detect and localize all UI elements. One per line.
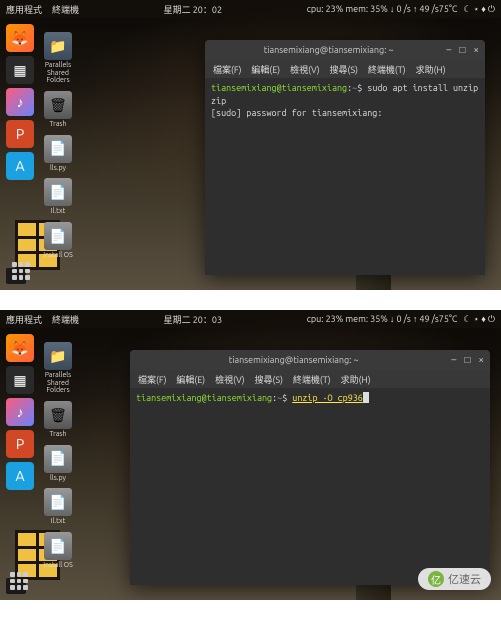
menu-view[interactable]: 檢視(V) (215, 373, 244, 386)
terminal-output[interactable]: tiansemixiang@tiansemixiang:~$ sudo apt … (205, 78, 485, 124)
clock[interactable]: 星期二 20：02 (79, 3, 307, 16)
applications-menu[interactable]: 應用程式 (6, 3, 42, 16)
menu-terminal[interactable]: 終端機(T) (293, 373, 331, 386)
sudo-prompt: [sudo] password for tiansemixiang: (211, 107, 479, 120)
maximize-button[interactable]: □ (464, 354, 470, 366)
terminal-menubar: 檔案(F) 編輯(E) 檢視(V) 搜尋(S) 終端機(T) 求助(H) (205, 60, 485, 78)
watermark: 亿 亿速云 (418, 568, 491, 590)
desktop-file-install[interactable]: 📄Install OS (40, 222, 76, 260)
desktop-file-iltxt[interactable]: 📄Il.txt (40, 178, 76, 216)
desktop-trash[interactable]: 🗑Trash (40, 401, 76, 439)
launcher-dock: 🦊 ▦ ♪ P A (6, 24, 36, 180)
prompt-user: tiansemixiang@tiansemixiang (136, 393, 272, 403)
status-icons[interactable]: ☾ ⋆ ♦ ⏻ (463, 4, 495, 15)
menu-search[interactable]: 搜尋(S) (330, 63, 358, 76)
launcher-dock: 🦊 ▦ ♪ P A (6, 334, 36, 490)
terminal-window: tiansemixiang@tiansemixiang: ~ – □ × 檔案(… (205, 40, 485, 275)
menu-help[interactable]: 求助(H) (341, 373, 371, 386)
desktop-file-llspy[interactable]: 📄lls.py (40, 445, 76, 483)
powerpoint-icon[interactable]: P (6, 120, 34, 148)
maximize-button[interactable]: □ (459, 44, 465, 56)
minimize-button[interactable]: – (451, 354, 456, 366)
prompt-user: tiansemixiang@tiansemixiang (211, 83, 347, 93)
itunes-icon[interactable]: ♪ (6, 88, 34, 116)
parallels-icon[interactable]: ▦ (6, 366, 34, 394)
desktop-file-install[interactable]: 📄Install OS (40, 532, 76, 570)
powerpoint-icon[interactable]: P (6, 430, 34, 458)
system-stats: cpu: 23% mem: 35% ↓ 0 /s ↑ 49 /s75°C (307, 314, 458, 324)
cursor (363, 392, 369, 403)
desktop-icons: 📁Parallels Shared Folders 🗑Trash 📄lls.py… (40, 342, 80, 570)
top-panel: 應用程式 終端機 星期二 20：02 cpu: 23% mem: 35% ↓ 0… (0, 0, 501, 18)
top-panel: 應用程式 終端機 星期二 20：03 cpu: 23% mem: 35% ↓ 0… (0, 310, 501, 328)
applications-menu[interactable]: 應用程式 (6, 313, 42, 326)
terminal-menu-indicator[interactable]: 終端機 (52, 313, 79, 326)
screenshot-1: 應用程式 終端機 星期二 20：02 cpu: 23% mem: 35% ↓ 0… (0, 0, 501, 290)
terminal-title: tiansemixiang@tiansemixiang: ~ (136, 355, 451, 365)
desktop-icons: 📁Parallels Shared Folders 🗑Trash 📄lls.py… (40, 32, 80, 260)
desktop-file-iltxt[interactable]: 📄Il.txt (40, 488, 76, 526)
show-applications-button[interactable] (6, 568, 32, 594)
close-button[interactable]: × (478, 354, 484, 366)
minimize-button[interactable]: – (446, 44, 451, 56)
firefox-icon[interactable]: 🦊 (6, 334, 34, 362)
desktop-file-llspy[interactable]: 📄lls.py (40, 135, 76, 173)
menu-terminal[interactable]: 終端機(T) (368, 63, 406, 76)
firefox-icon[interactable]: 🦊 (6, 24, 34, 52)
terminal-titlebar[interactable]: tiansemixiang@tiansemixiang: ~ – □ × (130, 350, 490, 370)
clock[interactable]: 星期二 20：03 (79, 313, 307, 326)
terminal-title: tiansemixiang@tiansemixiang: ~ (211, 45, 446, 55)
terminal-menubar: 檔案(F) 編輯(E) 檢視(V) 搜尋(S) 終端機(T) 求助(H) (130, 370, 490, 388)
desktop-folder-parallels[interactable]: 📁Parallels Shared Folders (40, 342, 76, 395)
status-icons[interactable]: ☾ ⋆ ♦ ⏻ (463, 314, 495, 325)
screenshot-2: 應用程式 終端機 星期二 20：03 cpu: 23% mem: 35% ↓ 0… (0, 310, 501, 600)
parallels-icon[interactable]: ▦ (6, 56, 34, 84)
terminal-output[interactable]: tiansemixiang@tiansemixiang:~$ unzip -O … (130, 388, 490, 409)
close-button[interactable]: × (473, 44, 479, 56)
menu-help[interactable]: 求助(H) (416, 63, 446, 76)
terminal-menu-indicator[interactable]: 終端機 (52, 3, 79, 16)
appstore-icon[interactable]: A (6, 462, 34, 490)
show-applications-button[interactable] (8, 258, 34, 284)
terminal-titlebar[interactable]: tiansemixiang@tiansemixiang: ~ – □ × (205, 40, 485, 60)
command-text: unzip -O cp936 (292, 393, 363, 403)
menu-edit[interactable]: 編輯(E) (176, 373, 205, 386)
watermark-text: 亿速云 (448, 571, 481, 587)
itunes-icon[interactable]: ♪ (6, 398, 34, 426)
menu-file[interactable]: 檔案(F) (213, 63, 241, 76)
menu-view[interactable]: 檢視(V) (290, 63, 319, 76)
watermark-logo-icon: 亿 (428, 571, 444, 587)
menu-edit[interactable]: 編輯(E) (251, 63, 280, 76)
desktop-trash[interactable]: 🗑Trash (40, 91, 76, 129)
menu-file[interactable]: 檔案(F) (138, 373, 166, 386)
desktop-folder-parallels[interactable]: 📁Parallels Shared Folders (40, 32, 76, 85)
terminal-window: tiansemixiang@tiansemixiang: ~ – □ × 檔案(… (130, 350, 490, 585)
system-stats: cpu: 23% mem: 35% ↓ 0 /s ↑ 49 /s75°C (307, 4, 458, 14)
menu-search[interactable]: 搜尋(S) (255, 373, 283, 386)
appstore-icon[interactable]: A (6, 152, 34, 180)
